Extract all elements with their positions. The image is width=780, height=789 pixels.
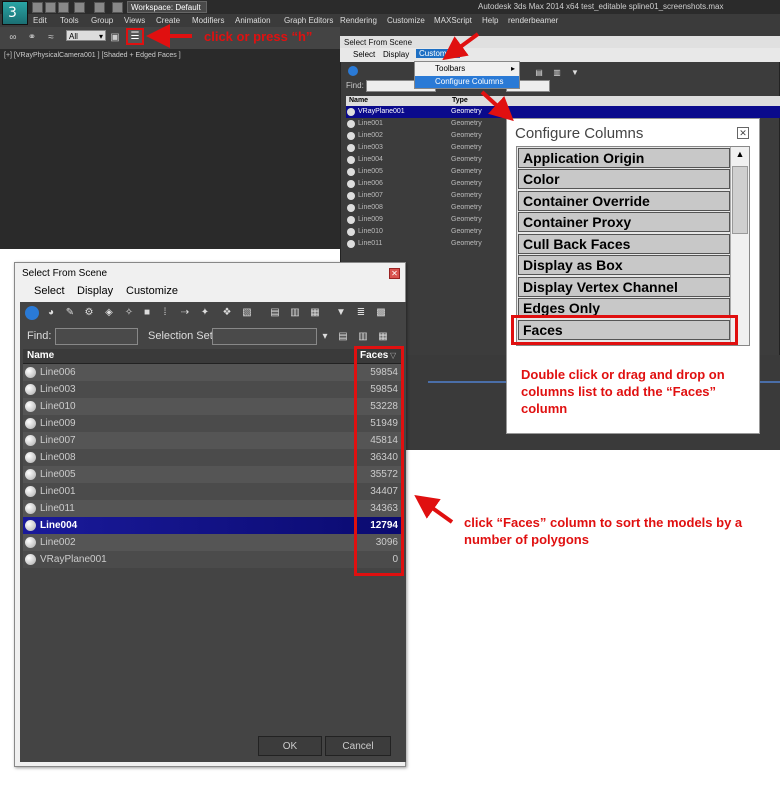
annotation-arrows xyxy=(146,24,514,524)
arrow-to-customize xyxy=(442,32,480,61)
arrow-to-configure-columns xyxy=(480,90,514,122)
arrow-to-faces-column xyxy=(414,495,454,524)
